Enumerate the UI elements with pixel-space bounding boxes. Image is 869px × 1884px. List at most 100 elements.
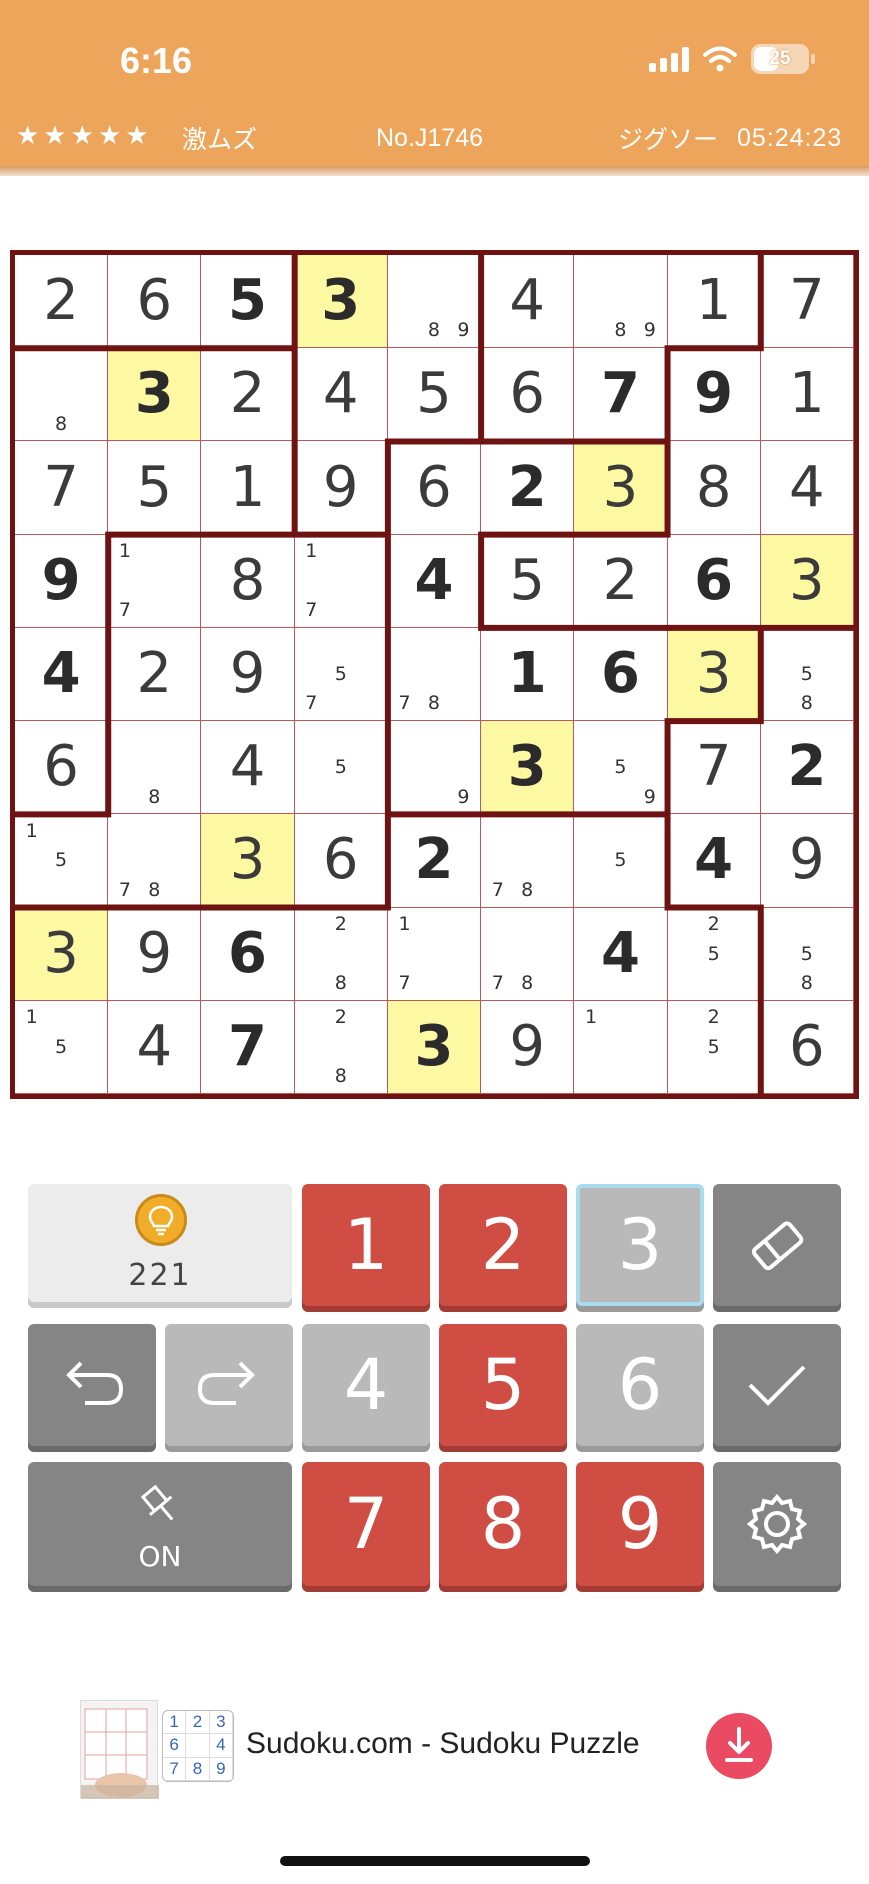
check-button[interactable]	[713, 1324, 841, 1446]
cell-r1c7[interactable]: 89	[574, 255, 668, 349]
cell-r7c5[interactable]: 2	[387, 814, 482, 908]
cell-r5c8[interactable]: 3	[667, 627, 761, 722]
number-key-7[interactable]: 7	[302, 1462, 430, 1586]
cell-r7c2[interactable]: 78	[108, 814, 202, 908]
number-key-5[interactable]: 5	[439, 1324, 567, 1446]
number-key-1[interactable]: 1	[302, 1184, 430, 1306]
cell-r5c5[interactable]: 78	[387, 627, 482, 722]
pin-toggle-button[interactable]: ON	[28, 1462, 292, 1586]
cell-r9c1[interactable]: 15	[15, 1000, 109, 1094]
cell-r9c8[interactable]: 25	[667, 1000, 761, 1094]
cell-r3c1[interactable]: 7	[15, 441, 109, 535]
cell-r4c7[interactable]: 2	[574, 534, 668, 628]
cell-r7c7[interactable]: 5	[574, 814, 668, 908]
cell-r8c4[interactable]: 28	[294, 907, 388, 1001]
cell-r3c2[interactable]: 5	[108, 441, 202, 535]
cell-r5c6[interactable]: 1	[481, 627, 575, 722]
number-key-3[interactable]: 3	[576, 1184, 704, 1306]
cell-r9c9[interactable]: 6	[760, 1000, 854, 1094]
undo-button[interactable]	[28, 1324, 156, 1446]
cell-r1c6[interactable]: 4	[481, 255, 575, 349]
cell-r5c4[interactable]: 57	[294, 627, 388, 722]
cell-r7c3[interactable]: 3	[201, 814, 295, 908]
cell-r1c2[interactable]: 6	[108, 255, 202, 349]
redo-button[interactable]	[165, 1324, 293, 1446]
number-key-9[interactable]: 9	[576, 1462, 704, 1586]
cell-r2c5[interactable]: 5	[387, 348, 482, 442]
cell-r6c7[interactable]: 59	[574, 721, 668, 815]
cell-r1c3[interactable]: 5	[201, 255, 295, 349]
cell-r4c3[interactable]: 8	[201, 534, 295, 628]
cell-r5c2[interactable]: 2	[108, 627, 202, 722]
cell-r6c8[interactable]: 7	[667, 721, 761, 815]
cell-r8c7[interactable]: 4	[574, 907, 668, 1001]
ad-download-button[interactable]	[706, 1713, 772, 1779]
cell-r3c9[interactable]: 4	[760, 441, 854, 535]
cell-r2c2[interactable]: 3	[108, 348, 202, 442]
cell-r6c6[interactable]: 3	[481, 721, 575, 815]
cell-r4c4[interactable]: 17	[294, 534, 388, 628]
cell-r9c6[interactable]: 9	[481, 1000, 575, 1094]
cell-r3c6[interactable]: 2	[481, 441, 575, 535]
cell-r9c4[interactable]: 28	[294, 1000, 388, 1094]
cell-r3c3[interactable]: 1	[201, 441, 295, 535]
cell-r1c5[interactable]: 89	[387, 255, 482, 349]
cell-r8c2[interactable]: 9	[108, 907, 202, 1001]
hint-button[interactable]: 221	[28, 1184, 292, 1302]
cell-r9c7[interactable]: 1	[574, 1000, 668, 1094]
cell-r2c7[interactable]: 7	[574, 348, 668, 442]
ad-title[interactable]: Sudoku.com - Sudoku Puzzle	[246, 1727, 640, 1761]
cell-r6c4[interactable]: 5	[294, 721, 388, 815]
cell-r4c1[interactable]: 9	[15, 534, 109, 628]
number-key-2[interactable]: 2	[439, 1184, 567, 1306]
cell-r4c2[interactable]: 17	[108, 534, 202, 628]
cell-r1c4[interactable]: 3	[294, 255, 388, 349]
cell-r7c6[interactable]: 78	[481, 814, 575, 908]
cell-r6c5[interactable]: 9	[387, 721, 482, 815]
cell-r5c1[interactable]: 4	[15, 627, 109, 722]
cell-r5c3[interactable]: 9	[201, 627, 295, 722]
cell-r7c8[interactable]: 4	[667, 814, 761, 908]
settings-button[interactable]	[713, 1462, 841, 1586]
cell-r8c1[interactable]: 3	[15, 907, 109, 1001]
cell-r4c9[interactable]: 3	[760, 534, 854, 628]
cell-r2c9[interactable]: 1	[760, 348, 854, 442]
cell-r2c4[interactable]: 4	[294, 348, 388, 442]
cell-r3c4[interactable]: 9	[294, 441, 388, 535]
cell-r4c8[interactable]: 6	[667, 534, 761, 628]
cell-r3c8[interactable]: 8	[667, 441, 761, 535]
number-key-6[interactable]: 6	[576, 1324, 704, 1446]
cell-r9c3[interactable]: 7	[201, 1000, 295, 1094]
cell-r5c7[interactable]: 6	[574, 627, 668, 722]
cell-r2c1[interactable]: 8	[15, 348, 109, 442]
cell-r2c3[interactable]: 2	[201, 348, 295, 442]
cell-r6c3[interactable]: 4	[201, 721, 295, 815]
cell-r4c6[interactable]: 5	[481, 534, 575, 628]
cell-r8c3[interactable]: 6	[201, 907, 295, 1001]
number-key-8[interactable]: 8	[439, 1462, 567, 1586]
eraser-button[interactable]	[713, 1184, 841, 1306]
cell-r8c9[interactable]: 58	[760, 907, 854, 1001]
ad-app-icon[interactable]: 12364789	[162, 1710, 234, 1782]
cell-r8c6[interactable]: 78	[481, 907, 575, 1001]
cell-r1c8[interactable]: 1	[667, 255, 761, 349]
cell-r2c8[interactable]: 9	[667, 348, 761, 442]
number-key-4[interactable]: 4	[302, 1324, 430, 1446]
cell-r4c5[interactable]: 4	[387, 534, 482, 628]
cell-r8c8[interactable]: 25	[667, 907, 761, 1001]
cell-r6c1[interactable]: 6	[15, 721, 109, 815]
cell-r1c1[interactable]: 2	[15, 255, 109, 349]
cell-r7c1[interactable]: 15	[15, 814, 109, 908]
ad-thumbnail[interactable]	[80, 1700, 159, 1799]
cell-r9c5[interactable]: 3	[387, 1000, 482, 1094]
cell-r7c9[interactable]: 9	[760, 814, 854, 908]
cell-r6c9[interactable]: 2	[760, 721, 854, 815]
cell-r2c6[interactable]: 6	[481, 348, 575, 442]
cell-r5c9[interactable]: 58	[760, 627, 854, 722]
cell-r9c2[interactable]: 4	[108, 1000, 202, 1094]
cell-r1c9[interactable]: 7	[760, 255, 854, 349]
cell-r3c7[interactable]: 3	[574, 441, 668, 535]
cell-r3c5[interactable]: 6	[387, 441, 482, 535]
cell-r6c2[interactable]: 8	[108, 721, 202, 815]
cell-r8c5[interactable]: 17	[387, 907, 482, 1001]
